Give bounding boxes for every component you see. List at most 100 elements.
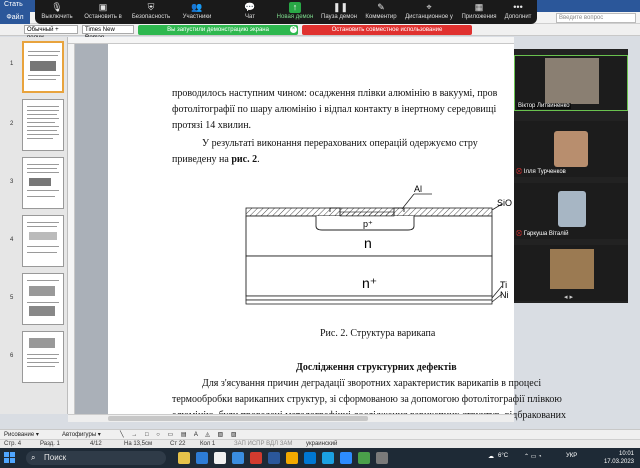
status-bar: Стр. 4 Разд. 1 4/12 На 13,5см Ст 22 Кол … — [0, 439, 640, 448]
zoom-share-toolbar: 🎙 Выключить ▣ Остановить в ⛨ Безопасност… — [35, 0, 537, 24]
font-select[interactable]: Times New Roman — [82, 25, 134, 41]
pause-share-button[interactable]: ❚❚ Пауза демон — [319, 2, 359, 24]
paragraph-line: приведену на рис. 2. — [172, 154, 260, 165]
style-select[interactable]: Обычный + полуж — [24, 25, 78, 41]
paragraph-line: протязі 14 хвилин. — [172, 120, 252, 131]
thumb-number: 1 — [10, 61, 14, 67]
participant-video — [554, 131, 588, 167]
security-button[interactable]: ⛨ Безопасность — [129, 2, 173, 24]
word-icon[interactable] — [268, 452, 280, 464]
search-icon: ⌕ — [31, 453, 36, 462]
weather-icon[interactable]: ☁ — [488, 453, 494, 460]
thumb-number: 4 — [10, 237, 14, 243]
zoom-icon[interactable] — [340, 452, 352, 464]
share-icon: ↑ — [289, 2, 301, 13]
muted-mic-icon: ⛒ — [516, 169, 524, 175]
page-thumbnails: 1 2 3 4 5 6 — [0, 37, 68, 414]
ask-question-input[interactable]: Введите вопрос — [556, 13, 636, 23]
thumb-number: 6 — [10, 353, 14, 359]
zoom-video-panel: Віктор Литвиненко ⛒ Ілля Турченков ⛒ Гар… — [514, 49, 628, 303]
participant-video — [550, 249, 594, 289]
paragraph-line: проводилось наступним чином: осадження п… — [172, 88, 498, 99]
drawing-toolbar: Рисование ▾ Автофигуры ▾ ╲ → □ ○ ▭ ▤ A ◬… — [0, 429, 640, 439]
participant-name: ⛒ Гаркуша Віталій — [516, 231, 569, 237]
label-al: Al — [414, 184, 422, 194]
windows-taskbar: ⌕ Поиск ☁ 6°C ⌃ ▭ ◔ УКР 10:01 17.03.2023 — [0, 448, 640, 468]
shield-icon: ⛨ — [147, 2, 155, 12]
participant-video — [558, 191, 586, 227]
app-icon[interactable] — [304, 452, 316, 464]
folder-icon[interactable] — [178, 452, 190, 464]
page-thumbnail[interactable] — [22, 273, 64, 325]
participant-name: ⛒ Ілля Турченков — [516, 169, 566, 175]
muted-mic-icon: ⛒ — [516, 231, 524, 237]
page-thumbnail[interactable] — [22, 215, 64, 267]
app-icon[interactable] — [376, 452, 388, 464]
section-heading: Дослідження структурних дефектів — [296, 362, 457, 373]
video-icon: ▣ — [98, 2, 108, 12]
page-thumbnail[interactable] — [22, 41, 64, 93]
ti-layer — [245, 295, 493, 301]
horizontal-scrollbar[interactable] — [68, 414, 514, 422]
stop-share-button[interactable]: Остановить совместное использование — [302, 25, 472, 35]
close-icon[interactable]: × — [290, 26, 297, 33]
taskbar-search[interactable]: ⌕ Поиск — [26, 451, 166, 465]
thumb-number: 2 — [10, 121, 14, 127]
participants-icon: 👥 — [191, 2, 203, 12]
document-page[interactable]: проводилось наступним чином: осадження п… — [108, 44, 566, 421]
horizontal-ruler — [68, 37, 514, 44]
more-button[interactable]: ••• Дополнит — [501, 2, 535, 24]
weather-temp: 6°C — [498, 453, 509, 459]
participant-tile[interactable]: ⛒ Ілля Турченков — [514, 121, 628, 177]
paragraph-line: У результаті виконання перерахованих опе… — [202, 138, 478, 149]
file-tab[interactable]: Файл — [0, 12, 30, 24]
paragraph-line: фотолітографії по шару алюмінію і відпал… — [172, 104, 497, 115]
participant-tile[interactable]: Віктор Литвиненко — [514, 55, 628, 111]
varicap-structure-figure: Al SiO p⁺ n n⁺ Ti Ni — [245, 184, 512, 305]
page-thumbnail[interactable] — [22, 157, 64, 209]
vertical-ruler — [68, 44, 75, 414]
page-thumbnail[interactable] — [22, 99, 64, 151]
app-icon[interactable] — [322, 452, 334, 464]
al-contact — [339, 211, 395, 217]
label-p-plus: p⁺ — [363, 219, 373, 229]
app-icon[interactable] — [286, 452, 298, 464]
participant-name: Віктор Литвиненко — [517, 103, 571, 109]
participant-tile[interactable]: ◂ ▸ — [514, 245, 628, 301]
thumb-number: 5 — [10, 295, 14, 301]
participant-tile[interactable]: ⛒ Гаркуша Віталій — [514, 183, 628, 239]
tray-icons[interactable]: ⌃ ▭ ◔ — [524, 453, 542, 460]
input-language[interactable]: УКР — [566, 453, 577, 459]
participant-video — [545, 58, 599, 104]
figure-caption: Рис. 2. Структура варикапа — [320, 328, 436, 339]
participants-button[interactable]: 👥 Участники — [177, 2, 217, 24]
annotate-icon: ✎ — [377, 2, 385, 12]
stop-video-button[interactable]: ▣ Остановить в — [81, 2, 125, 24]
mail-icon[interactable] — [196, 452, 208, 464]
pause-icon: ❚❚ — [333, 2, 349, 12]
chat-icon: 💬 — [244, 2, 256, 12]
mute-button[interactable]: 🎙 Выключить — [37, 2, 77, 24]
more-icon: ••• — [513, 2, 523, 12]
mic-icon: 🎙 — [51, 2, 63, 12]
store-icon[interactable] — [214, 452, 226, 464]
remote-control-icon: ⌖ — [426, 2, 432, 12]
page-thumbnail[interactable] — [22, 331, 64, 383]
camera-icon: ◂ ▸ — [564, 294, 573, 301]
label-ni: Ni — [500, 290, 509, 300]
thumb-number: 3 — [10, 179, 14, 185]
windows-start-icon[interactable] — [4, 452, 16, 464]
label-ti: Ti — [500, 280, 507, 290]
word-title: Стать — [4, 1, 23, 8]
label-n: n — [364, 235, 372, 251]
chat-button[interactable]: 💬 Чат — [235, 2, 265, 24]
annotate-button[interactable]: ✎ Комментир — [363, 2, 399, 24]
new-share-button[interactable]: ↑ Новая демон — [275, 2, 315, 24]
clock[interactable]: 10:01 17.03.2023 — [604, 450, 634, 466]
scroll-thumb[interactable] — [108, 416, 368, 421]
edge-icon[interactable] — [232, 452, 244, 464]
app-icon[interactable] — [250, 452, 262, 464]
app-icon[interactable] — [358, 452, 370, 464]
apps-button[interactable]: ▦ Приложения — [459, 2, 499, 24]
remote-control-button[interactable]: ⌖ Дистанционное у — [403, 2, 455, 24]
